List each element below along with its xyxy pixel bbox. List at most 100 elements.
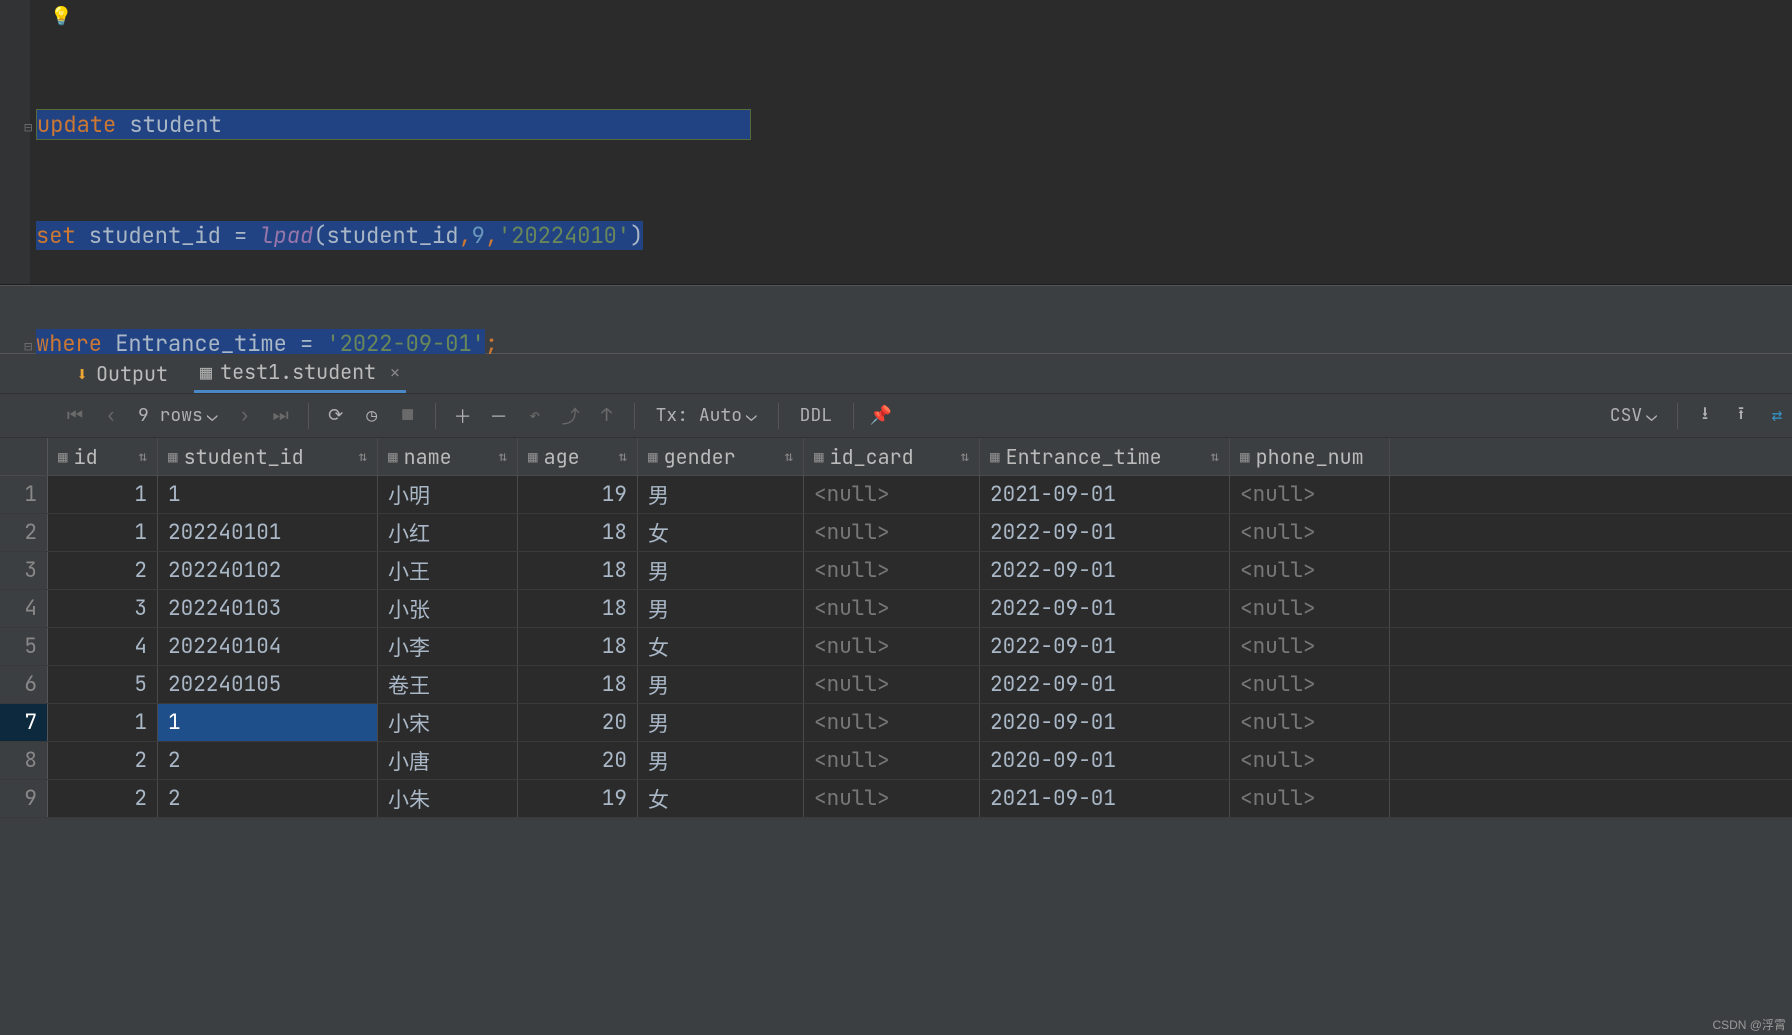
cell[interactable]: 小宋	[378, 704, 518, 741]
remove-row-button[interactable]: －	[484, 401, 514, 431]
cell[interactable]: 7	[0, 704, 48, 741]
cell[interactable]: 女	[638, 628, 804, 665]
cell[interactable]: 2022-09-01	[980, 628, 1230, 665]
cell[interactable]: 女	[638, 780, 804, 817]
cell[interactable]: 3	[48, 590, 158, 627]
cell[interactable]: 1	[48, 514, 158, 551]
cell[interactable]: 2022-09-01	[980, 552, 1230, 589]
pin-button[interactable]: 📌	[866, 401, 896, 431]
export-format-dropdown[interactable]: CSV ⌄	[1610, 404, 1665, 427]
tab-output[interactable]: ⬇ Output	[70, 354, 174, 393]
cell[interactable]: <null>	[1230, 628, 1390, 665]
upload-button[interactable]: ⭱	[1726, 401, 1756, 431]
cell[interactable]: 3	[0, 552, 48, 589]
cell[interactable]: 2	[48, 552, 158, 589]
cell[interactable]: 小红	[378, 514, 518, 551]
cell[interactable]: 2021-09-01	[980, 780, 1230, 817]
cell[interactable]: 2	[0, 514, 48, 551]
cell[interactable]: 2022-09-01	[980, 514, 1230, 551]
cell[interactable]: <null>	[804, 476, 980, 513]
col-header-id-card[interactable]: ▦id_card⇅	[804, 438, 980, 475]
cell[interactable]: <null>	[1230, 704, 1390, 741]
close-icon[interactable]: ✕	[390, 362, 400, 383]
col-header-gender[interactable]: ▦gender⇅	[638, 438, 804, 475]
col-header-id[interactable]: ▦id⇅	[48, 438, 158, 475]
cell[interactable]: <null>	[804, 780, 980, 817]
cell[interactable]: 卷王	[378, 666, 518, 703]
cell[interactable]: 20	[518, 704, 638, 741]
sort-icon[interactable]: ⇅	[499, 448, 507, 466]
cell[interactable]: 8	[0, 742, 48, 779]
cell[interactable]: <null>	[1230, 742, 1390, 779]
cell[interactable]: 202240101	[158, 514, 378, 551]
stop-button[interactable]: ■	[393, 401, 423, 431]
table-row[interactable]: 21202240101小红18女<null>2022-09-01<null>	[0, 514, 1792, 552]
cell[interactable]: 2020-09-01	[980, 742, 1230, 779]
cell[interactable]: 2	[48, 742, 158, 779]
table-row[interactable]: 922小朱19女<null>2021-09-01<null>	[0, 780, 1792, 818]
col-header-student-id[interactable]: ▦student_id⇅	[158, 438, 378, 475]
cell[interactable]: 小王	[378, 552, 518, 589]
cell[interactable]: 小明	[378, 476, 518, 513]
cell[interactable]: <null>	[1230, 666, 1390, 703]
sort-icon[interactable]: ⇅	[1211, 448, 1219, 466]
download-button[interactable]: ⭳	[1690, 401, 1720, 431]
table-row[interactable]: 711小宋20男<null>2020-09-01<null>	[0, 704, 1792, 742]
cell[interactable]: 202240103	[158, 590, 378, 627]
data-grid[interactable]: ▦id⇅ ▦student_id⇅ ▦name⇅ ▦age⇅ ▦gender⇅ …	[0, 438, 1792, 818]
cell[interactable]: 5	[48, 666, 158, 703]
cell[interactable]: <null>	[1230, 552, 1390, 589]
table-row[interactable]: 54202240104小李18女<null>2022-09-01<null>	[0, 628, 1792, 666]
sort-icon[interactable]: ⇅	[619, 448, 627, 466]
cell[interactable]: 小朱	[378, 780, 518, 817]
cell[interactable]: 小李	[378, 628, 518, 665]
cell[interactable]: 男	[638, 590, 804, 627]
cell[interactable]: 18	[518, 590, 638, 627]
table-row[interactable]: 43202240103小张18男<null>2022-09-01<null>	[0, 590, 1792, 628]
table-row[interactable]: 111小明19男<null>2021-09-01<null>	[0, 476, 1792, 514]
cell[interactable]: 男	[638, 742, 804, 779]
sort-icon[interactable]: ⇅	[961, 448, 969, 466]
rownum-header[interactable]	[0, 438, 48, 475]
cell[interactable]: <null>	[804, 742, 980, 779]
table-row[interactable]: 32202240102小王18男<null>2022-09-01<null>	[0, 552, 1792, 590]
cell[interactable]: <null>	[804, 552, 980, 589]
cell[interactable]: 19	[518, 780, 638, 817]
next-page-button[interactable]: ›	[230, 401, 260, 431]
cell[interactable]: 男	[638, 552, 804, 589]
cell[interactable]: 2020-09-01	[980, 704, 1230, 741]
last-page-button[interactable]: ⏭	[266, 401, 296, 431]
cell[interactable]: 1	[158, 704, 378, 741]
col-header-name[interactable]: ▦name⇅	[378, 438, 518, 475]
tx-mode-dropdown[interactable]: Tx: Auto ⌄	[647, 403, 766, 428]
settings-button[interactable]: ⇄	[1762, 401, 1792, 431]
cell[interactable]: 18	[518, 666, 638, 703]
cell[interactable]: <null>	[1230, 514, 1390, 551]
prev-page-button[interactable]: ‹	[96, 401, 126, 431]
cell[interactable]: 2	[158, 742, 378, 779]
cell[interactable]: 男	[638, 476, 804, 513]
cell[interactable]: <null>	[804, 704, 980, 741]
cell[interactable]: 女	[638, 514, 804, 551]
cell[interactable]: 1	[48, 476, 158, 513]
cell[interactable]: 2	[48, 780, 158, 817]
lightbulb-icon[interactable]: 💡	[50, 5, 72, 28]
cell[interactable]: 1	[158, 476, 378, 513]
cell[interactable]: <null>	[804, 514, 980, 551]
sort-icon[interactable]: ⇅	[359, 448, 367, 466]
cell[interactable]: <null>	[804, 590, 980, 627]
reload-button[interactable]: ⟳	[321, 401, 351, 431]
sort-icon[interactable]: ⇅	[139, 448, 147, 466]
cell[interactable]: 1	[0, 476, 48, 513]
sort-icon[interactable]: ⇅	[785, 448, 793, 466]
col-header-entrance-time[interactable]: ▦Entrance_time⇅	[980, 438, 1230, 475]
cell[interactable]: 4	[48, 628, 158, 665]
cell[interactable]: 202240105	[158, 666, 378, 703]
cell[interactable]: 18	[518, 628, 638, 665]
cell[interactable]: <null>	[1230, 590, 1390, 627]
cell[interactable]: 202240102	[158, 552, 378, 589]
sql-editor[interactable]: 💡 ⊟update student set student_id = lpad(…	[0, 0, 1792, 285]
stopwatch-button[interactable]: ◷	[357, 401, 387, 431]
cell[interactable]: 1	[48, 704, 158, 741]
tab-result-table[interactable]: ▦ test1.student ✕	[194, 354, 406, 393]
